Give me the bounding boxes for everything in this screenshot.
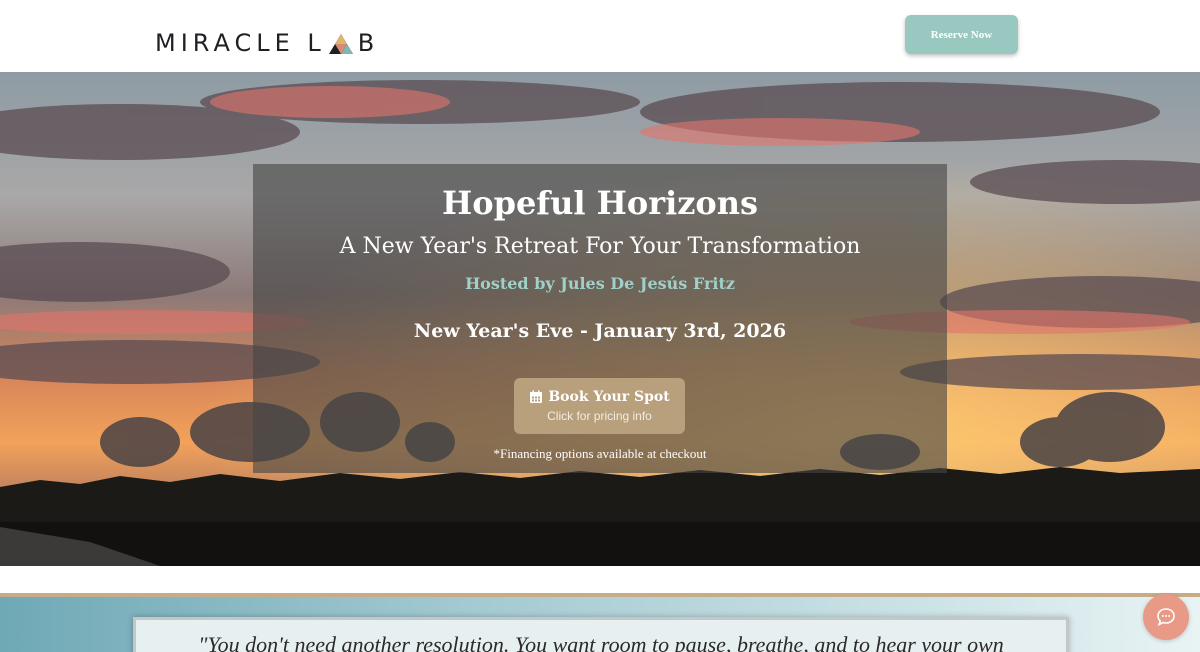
hero-title: Hopeful Horizons: [441, 184, 759, 222]
calendar-icon: [530, 390, 543, 403]
book-your-spot-button[interactable]: Book Your Spot Click for pricing info: [514, 378, 685, 434]
book-button-label: Book Your Spot: [548, 389, 670, 405]
logo-text-left: MIRACLE L: [155, 29, 326, 57]
hero-overlay-panel: Hopeful Horizons A New Year's Retreat Fo…: [253, 164, 947, 473]
miracle-lab-logo[interactable]: MIRACLE L B: [155, 28, 379, 58]
book-button-sublabel: Click for pricing info: [547, 409, 652, 423]
logo-triangle-icon: [328, 34, 353, 54]
hero-subtitle: A New Year's Retreat For Your Transforma…: [339, 234, 861, 259]
quote-text: "You don't need another resolution. You …: [198, 632, 1004, 652]
quote-card: "You don't need another resolution. You …: [133, 617, 1069, 652]
chat-widget-button[interactable]: [1143, 594, 1189, 640]
hero-date: New Year's Eve - January 3rd, 2026: [413, 320, 787, 342]
quote-section: "You don't need another resolution. You …: [0, 593, 1200, 652]
book-button-main: Book Your Spot: [514, 389, 685, 405]
logo-text-right: B: [357, 29, 380, 57]
reserve-now-button[interactable]: Reserve Now: [905, 15, 1018, 54]
financing-note: *Financing options available at checkout: [493, 446, 707, 461]
chat-bubble-icon: [1157, 608, 1175, 627]
hero-section: Hopeful Horizons A New Year's Retreat Fo…: [0, 72, 1200, 566]
site-header: MIRACLE L B Reserve Now: [0, 0, 1200, 72]
hero-host: Hosted by Jules De Jesús Fritz: [465, 274, 735, 293]
